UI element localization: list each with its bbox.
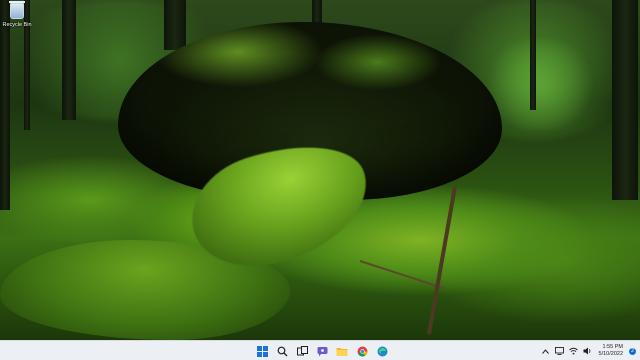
system-tray: 1:55 PM 5/10/2022 2 xyxy=(541,342,636,360)
wifi-icon xyxy=(569,347,578,355)
chrome-button[interactable] xyxy=(354,343,370,359)
desktop-icon-recycle-bin[interactable]: Recycle Bin xyxy=(2,1,32,28)
network-button[interactable] xyxy=(569,346,579,356)
clock-date: 5/10/2022 xyxy=(598,351,623,357)
edge-icon xyxy=(377,346,387,356)
search-icon xyxy=(277,346,287,356)
taskbar-pinned-apps xyxy=(254,343,390,359)
folder-icon xyxy=(336,347,348,356)
taskbar-clock[interactable]: 1:55 PM 5/10/2022 xyxy=(597,344,625,358)
file-explorer-button[interactable] xyxy=(334,343,350,359)
chrome-icon xyxy=(357,346,367,356)
tree-trunk xyxy=(164,0,186,50)
chevron-up-icon xyxy=(542,348,549,354)
start-button[interactable] xyxy=(254,343,270,359)
branch xyxy=(426,186,457,335)
task-view-button[interactable] xyxy=(294,343,310,359)
speaker-icon xyxy=(583,347,591,355)
tree-trunk xyxy=(530,0,536,110)
show-hidden-icons-button[interactable] xyxy=(541,346,551,356)
display-button[interactable] xyxy=(555,346,565,356)
chat-button[interactable] xyxy=(314,343,330,359)
windows-start-icon xyxy=(256,345,268,357)
recycle-bin-icon xyxy=(9,1,25,19)
branch xyxy=(359,260,446,290)
chat-icon xyxy=(317,346,327,356)
tree-trunk xyxy=(612,0,638,200)
edge-button[interactable] xyxy=(374,343,390,359)
desktop-wallpaper xyxy=(0,0,640,340)
tree-trunk xyxy=(0,0,10,210)
taskbar: 1:55 PM 5/10/2022 2 xyxy=(0,340,640,360)
search-button[interactable] xyxy=(274,343,290,359)
volume-button[interactable] xyxy=(583,346,593,356)
desktop-icon-label: Recycle Bin xyxy=(2,22,32,28)
tree-trunk xyxy=(62,0,76,120)
clock-time: 1:55 PM xyxy=(602,344,623,350)
notification-badge[interactable]: 2 xyxy=(629,347,636,355)
display-icon xyxy=(555,347,564,355)
task-view-icon xyxy=(296,345,308,355)
